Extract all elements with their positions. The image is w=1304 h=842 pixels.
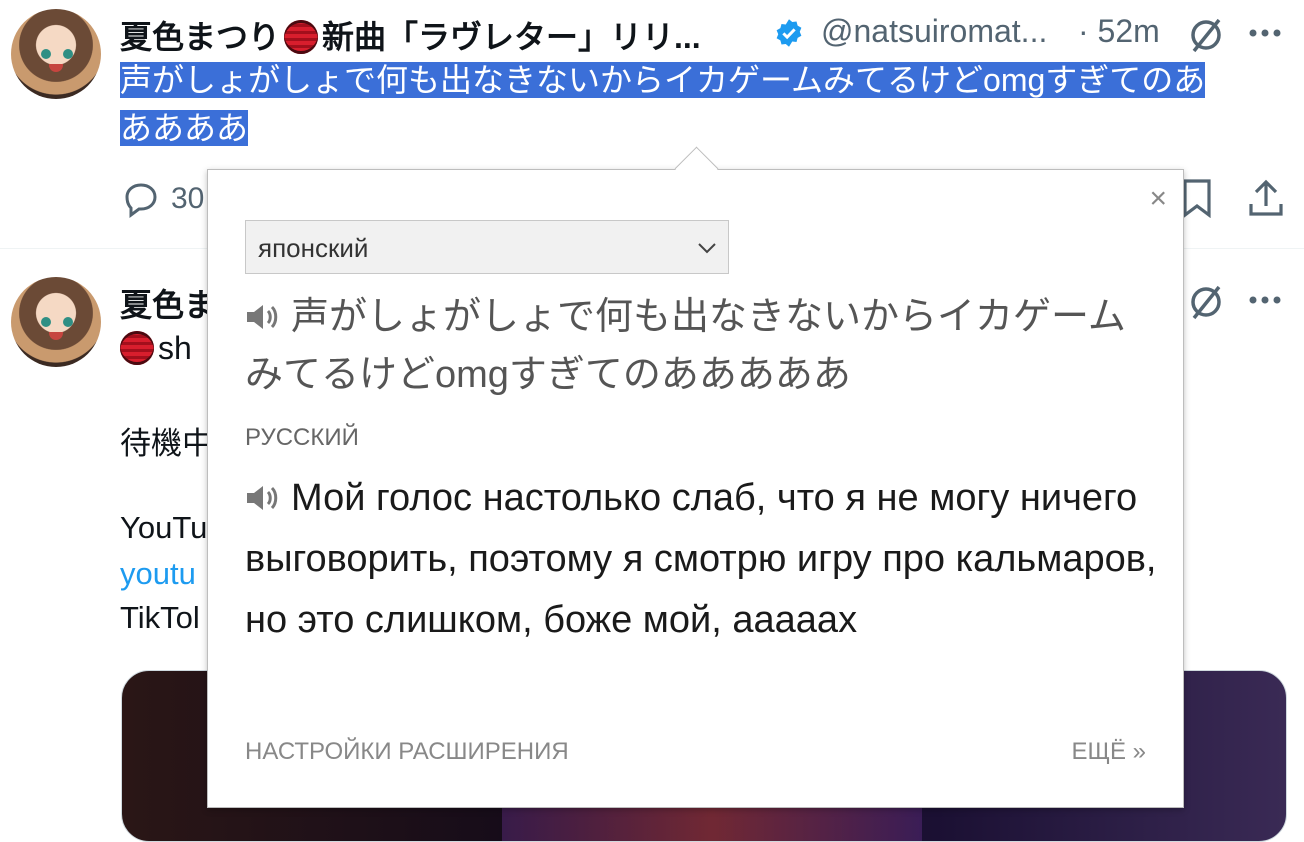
tweet-text-line: 声がしょがしょで何も出なきないからイカゲームみてるけどomgすぎてのあ	[120, 62, 1206, 98]
avatar-eye	[41, 49, 51, 59]
share-icon[interactable]	[1246, 178, 1286, 218]
avatar-eye	[63, 317, 73, 327]
chevron-down-icon	[698, 243, 716, 254]
avatar-mouth	[49, 64, 63, 72]
tweet-body-line: YouTu	[120, 510, 208, 545]
more-options-icon[interactable]	[1248, 28, 1282, 38]
reply-count[interactable]: 30	[171, 182, 204, 216]
tweet-text-selected[interactable]: 声がしょがしょで何も出なきないからイカゲームみてるけどomgすぎてのあ ああああ	[120, 56, 1270, 152]
close-icon[interactable]: ×	[1149, 184, 1167, 214]
bookmark-icon[interactable]	[1181, 178, 1213, 218]
more-link[interactable]: ЕЩЁ »	[1071, 738, 1146, 766]
source-text-content: 声がしょがしょで何も出なきないからイカゲームみてるけどomgすぎてのあああああ	[245, 296, 1126, 396]
tweet-body-line: 待機中	[120, 426, 213, 461]
source-language-label: японский	[258, 233, 369, 263]
target-language-label: РУССКИЙ	[245, 424, 359, 451]
author-name-text: 夏色まつり	[120, 19, 281, 55]
tweet-body-line: TikTol	[120, 600, 200, 635]
popup-arrow	[674, 146, 719, 191]
author-name-line2-text: sh	[158, 330, 192, 366]
source-text: 声がしょがしょで何も出なきないからイカゲームみてるけどomgすぎてのあああああ	[245, 288, 1145, 404]
avatar[interactable]	[11, 9, 101, 99]
speaker-icon[interactable]	[245, 484, 281, 512]
avatar[interactable]	[11, 277, 101, 367]
avatar-eye	[41, 317, 51, 327]
author-handle[interactable]: @natsuiromat...	[821, 13, 1047, 50]
translated-text: Мой голос настолько слаб, что я не могу …	[245, 468, 1165, 651]
translation-popup: × японский 声がしょがしょで何も出なきないからイカゲームみてるけどom…	[207, 146, 1184, 808]
grok-icon[interactable]	[1186, 15, 1226, 55]
translated-text-content: Мой голос настолько слаб, что я не могу …	[245, 477, 1157, 641]
avatar-eye	[63, 49, 73, 59]
reply-icon[interactable]	[121, 180, 161, 218]
tweet-text-line: ああああ	[120, 110, 249, 146]
speaker-icon[interactable]	[245, 303, 281, 331]
author-name-line2: sh	[120, 330, 192, 367]
extension-settings-link[interactable]: НАСТРОЙКИ РАСШИРЕНИЯ	[245, 738, 569, 766]
tweet-body-link[interactable]: youtu	[120, 556, 196, 592]
author-name[interactable]: 夏色まつり 新曲「ラヴレター」リリ...	[120, 12, 701, 58]
author-name[interactable]: 夏色ま	[120, 280, 216, 326]
author-name-suffix: 新曲「ラヴレター」リリ...	[322, 19, 701, 55]
timestamp[interactable]: · 52m	[1078, 13, 1160, 50]
lantern-emoji	[284, 20, 319, 54]
more-options-icon[interactable]	[1248, 295, 1282, 305]
avatar-mouth	[49, 332, 63, 340]
verified-badge-icon	[776, 19, 802, 47]
lantern-emoji	[120, 331, 154, 365]
grok-icon[interactable]	[1186, 282, 1226, 322]
source-language-select[interactable]: японский	[245, 220, 729, 274]
